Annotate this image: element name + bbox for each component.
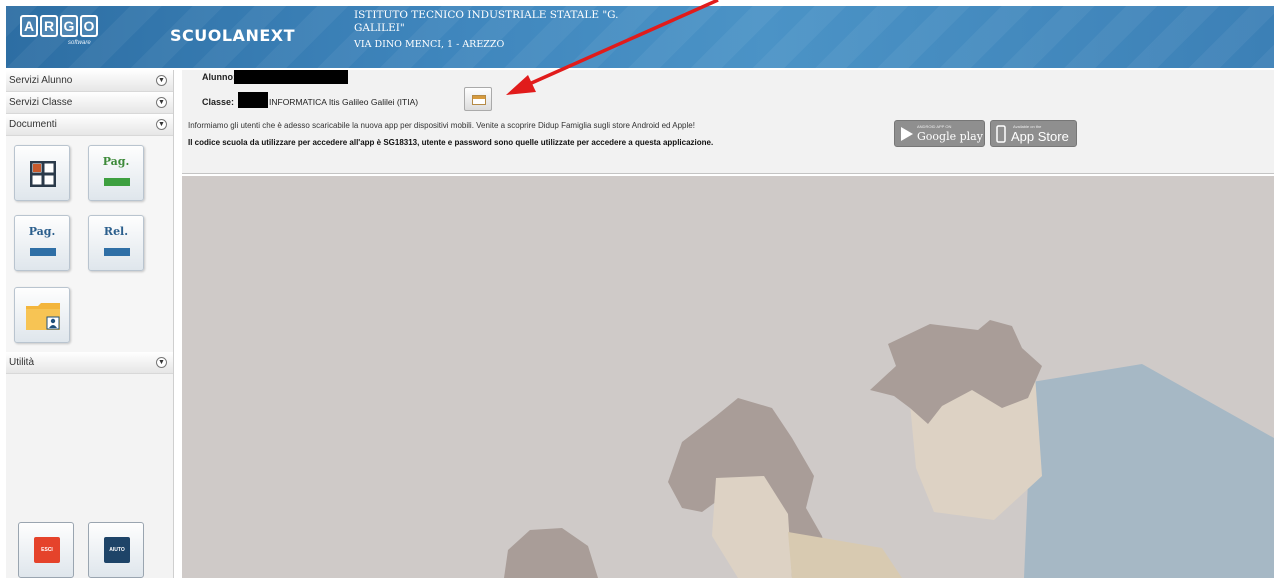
app-notice: Informiamo gli utenti che è adesso scari… xyxy=(188,121,695,130)
logo-letter: O xyxy=(80,15,98,37)
grid-icon xyxy=(30,161,56,187)
menu-label: Servizi Alunno xyxy=(9,75,73,86)
student-label: Alunno: xyxy=(202,72,236,82)
menu-documenti[interactable]: Documenti ▼ xyxy=(6,114,173,136)
doc-button-pagella-blue[interactable]: Pag. xyxy=(14,215,70,271)
app-store-button[interactable]: Available on the App Store xyxy=(990,120,1077,147)
documents-panel: Pag. Pag. Rel. xyxy=(6,136,173,352)
help-label: AIUTO xyxy=(104,537,130,563)
app-name: SCUOLANEXT xyxy=(170,26,296,45)
chevron-down-icon[interactable]: ▼ xyxy=(156,357,167,368)
folder-user-icon xyxy=(26,303,60,330)
main-content-area xyxy=(182,176,1274,578)
doc-button-pagella-green[interactable]: Pag. xyxy=(88,145,144,201)
class-label: Classe: xyxy=(202,97,235,107)
student-name-redacted xyxy=(234,70,348,84)
blue-bar-icon xyxy=(104,248,130,256)
menu-label: Documenti xyxy=(9,119,57,130)
doc-button-grid[interactable] xyxy=(14,145,70,201)
doc-button-folder[interactable] xyxy=(14,287,70,343)
menu-servizi-alunno[interactable]: Servizi Alunno ▼ xyxy=(6,70,173,92)
logo-letter: G xyxy=(60,15,78,37)
school-address: VIA DINO MENCI, 1 - AREZZO xyxy=(354,39,505,50)
exit-button[interactable]: ESCI xyxy=(18,522,74,578)
chevron-down-icon[interactable]: ▼ xyxy=(156,75,167,86)
google-play-sub: ANDROID APP ON xyxy=(917,124,952,129)
doc-label: Pag. xyxy=(28,225,56,238)
sidebar: Servizi Alunno ▼ Servizi Classe ▼ Docume… xyxy=(6,70,174,578)
blue-bar-icon xyxy=(30,248,56,256)
menu-label: Servizi Classe xyxy=(9,97,73,108)
doc-label: Pag. xyxy=(102,155,130,168)
school-info: ISTITUTO TECNICO INDUSTRIALE STATALE "G.… xyxy=(354,9,654,51)
class-calendar-button[interactable] xyxy=(464,87,492,111)
google-play-button[interactable]: ANDROID APP ON Google play xyxy=(894,120,985,147)
help-button[interactable]: AIUTO xyxy=(88,522,144,578)
student-info-panel: Alunno: Classe: INFORMATICA Itis Galileo… xyxy=(182,70,1274,174)
app-store-label: App Store xyxy=(1011,129,1069,144)
menu-label: Utilità xyxy=(9,357,35,368)
green-bar-icon xyxy=(104,178,130,186)
school-code-notice: Il codice scuola da utilizzare per acced… xyxy=(188,138,714,147)
app-window: A R G O software SCUOLANEXT ISTITUTO TEC… xyxy=(0,0,1274,578)
doc-button-relazione[interactable]: Rel. xyxy=(88,215,144,271)
chevron-down-icon[interactable]: ▼ xyxy=(156,119,167,130)
google-play-label: Google play xyxy=(917,130,983,143)
class-code-redacted xyxy=(238,92,268,108)
device-icon xyxy=(996,125,1006,143)
logo-letter: A xyxy=(20,15,38,37)
school-name: ISTITUTO TECNICO INDUSTRIALE STATALE "G.… xyxy=(354,9,619,34)
class-value: INFORMATICA Itis Galileo Galilei (ITIA) xyxy=(269,97,419,107)
chevron-down-icon[interactable]: ▼ xyxy=(156,97,167,108)
argo-logo: A R G O xyxy=(20,15,98,37)
family-illustration xyxy=(504,320,1274,578)
play-triangle-icon xyxy=(901,127,913,141)
calendar-icon xyxy=(472,95,486,105)
logo-letter: R xyxy=(40,15,58,37)
logo-subtitle: software xyxy=(68,40,91,46)
doc-label: Rel. xyxy=(103,225,129,238)
menu-servizi-classe[interactable]: Servizi Classe ▼ xyxy=(6,92,173,114)
app-header: A R G O software SCUOLANEXT ISTITUTO TEC… xyxy=(6,6,1274,68)
exit-label: ESCI xyxy=(34,537,60,563)
menu-utilita[interactable]: Utilità ▼ xyxy=(6,352,173,374)
